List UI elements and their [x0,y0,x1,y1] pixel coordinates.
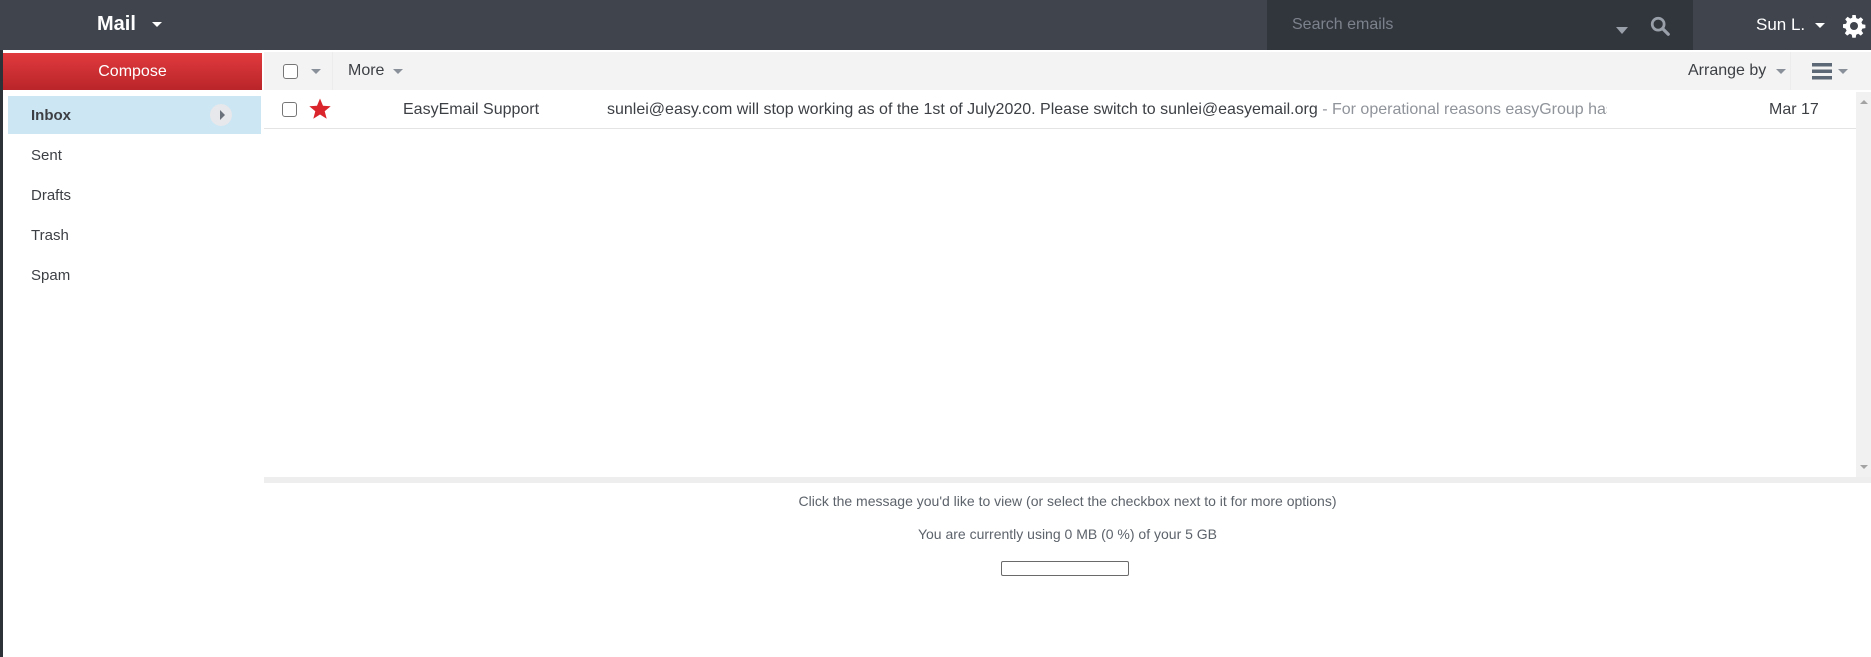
list-scrollbar[interactable] [1856,92,1871,477]
sidebar-item-trash[interactable]: Trash [8,216,261,254]
compose-button[interactable]: Compose [3,53,262,90]
star-icon[interactable] [308,97,332,121]
arrange-by-label: Arrange by [1688,62,1767,79]
message-date: Mar 17 [1769,101,1819,118]
message-subject-text: sunlei@easy.com will stop working as of … [607,101,1318,118]
user-menu-button[interactable]: Sun L. [1756,15,1826,35]
select-options-chevron-icon[interactable] [311,68,321,74]
chevron-down-icon [1815,22,1826,28]
app-menu-button[interactable]: Mail [97,13,162,36]
select-all-group [264,52,333,90]
message-checkbox[interactable] [282,102,297,117]
sidebar-item-label: Trash [31,226,69,244]
list-view-icon [1812,63,1832,80]
search-options-button[interactable] [1616,22,1628,40]
message-subject: sunlei@easy.com will stop working as of … [607,101,1607,119]
sidebar-item-drafts[interactable]: Drafts [8,176,261,214]
user-name: Sun L. [1756,15,1806,34]
sidebar-item-label: Drafts [31,186,72,204]
expand-folder-button[interactable] [210,104,232,126]
scroll-up-arrow-icon[interactable] [1860,100,1868,104]
top-bar: Mail Sun L. [0,0,1871,50]
message-toolbar: More Arrange by [264,52,1871,90]
chevron-down-icon [1838,68,1848,74]
chevron-down-icon [1776,68,1787,74]
sidebar-item-label: Sent [31,146,62,164]
scroll-down-arrow-icon[interactable] [1860,465,1868,469]
gear-icon[interactable] [1842,14,1866,38]
sidebar-item-sent[interactable]: Sent [8,136,261,174]
sidebar-edge [0,50,3,657]
quota-progress-bar [1001,561,1129,576]
chevron-down-icon [151,22,162,27]
quota-text: You are currently using 0 MB (0 %) of yo… [917,526,1218,542]
message-snippet: - For operational reasons easyGroup has … [1322,101,1607,118]
chevron-down-icon [393,68,404,74]
search-input[interactable] [1292,12,1592,38]
chevron-right-icon [219,110,225,120]
arrange-by-button[interactable]: Arrange by [1688,52,1791,90]
search-icon[interactable] [1649,15,1671,37]
pane-splitter[interactable] [264,477,1871,483]
more-button[interactable]: More [334,52,404,90]
sidebar-item-label: Spam [31,266,71,284]
message-sender: EasyEmail Support [403,101,540,118]
app-title: Mail [97,13,136,35]
message-list: EasyEmail Support sunlei@easy.com will s… [264,90,1856,477]
view-options-button[interactable] [1812,52,1864,90]
message-row[interactable]: EasyEmail Support sunlei@easy.com will s… [264,90,1856,129]
sidebar-item-spam[interactable]: Spam [8,256,261,294]
more-label: More [348,62,385,79]
select-all-checkbox[interactable] [283,63,298,79]
chevron-down-icon [1616,27,1628,35]
preview-hint: Click the message you'd like to view (or… [798,493,1337,509]
search-box [1267,0,1693,50]
sidebar-item-inbox[interactable]: Inbox [8,96,261,134]
sidebar-item-label: Inbox [31,106,71,124]
